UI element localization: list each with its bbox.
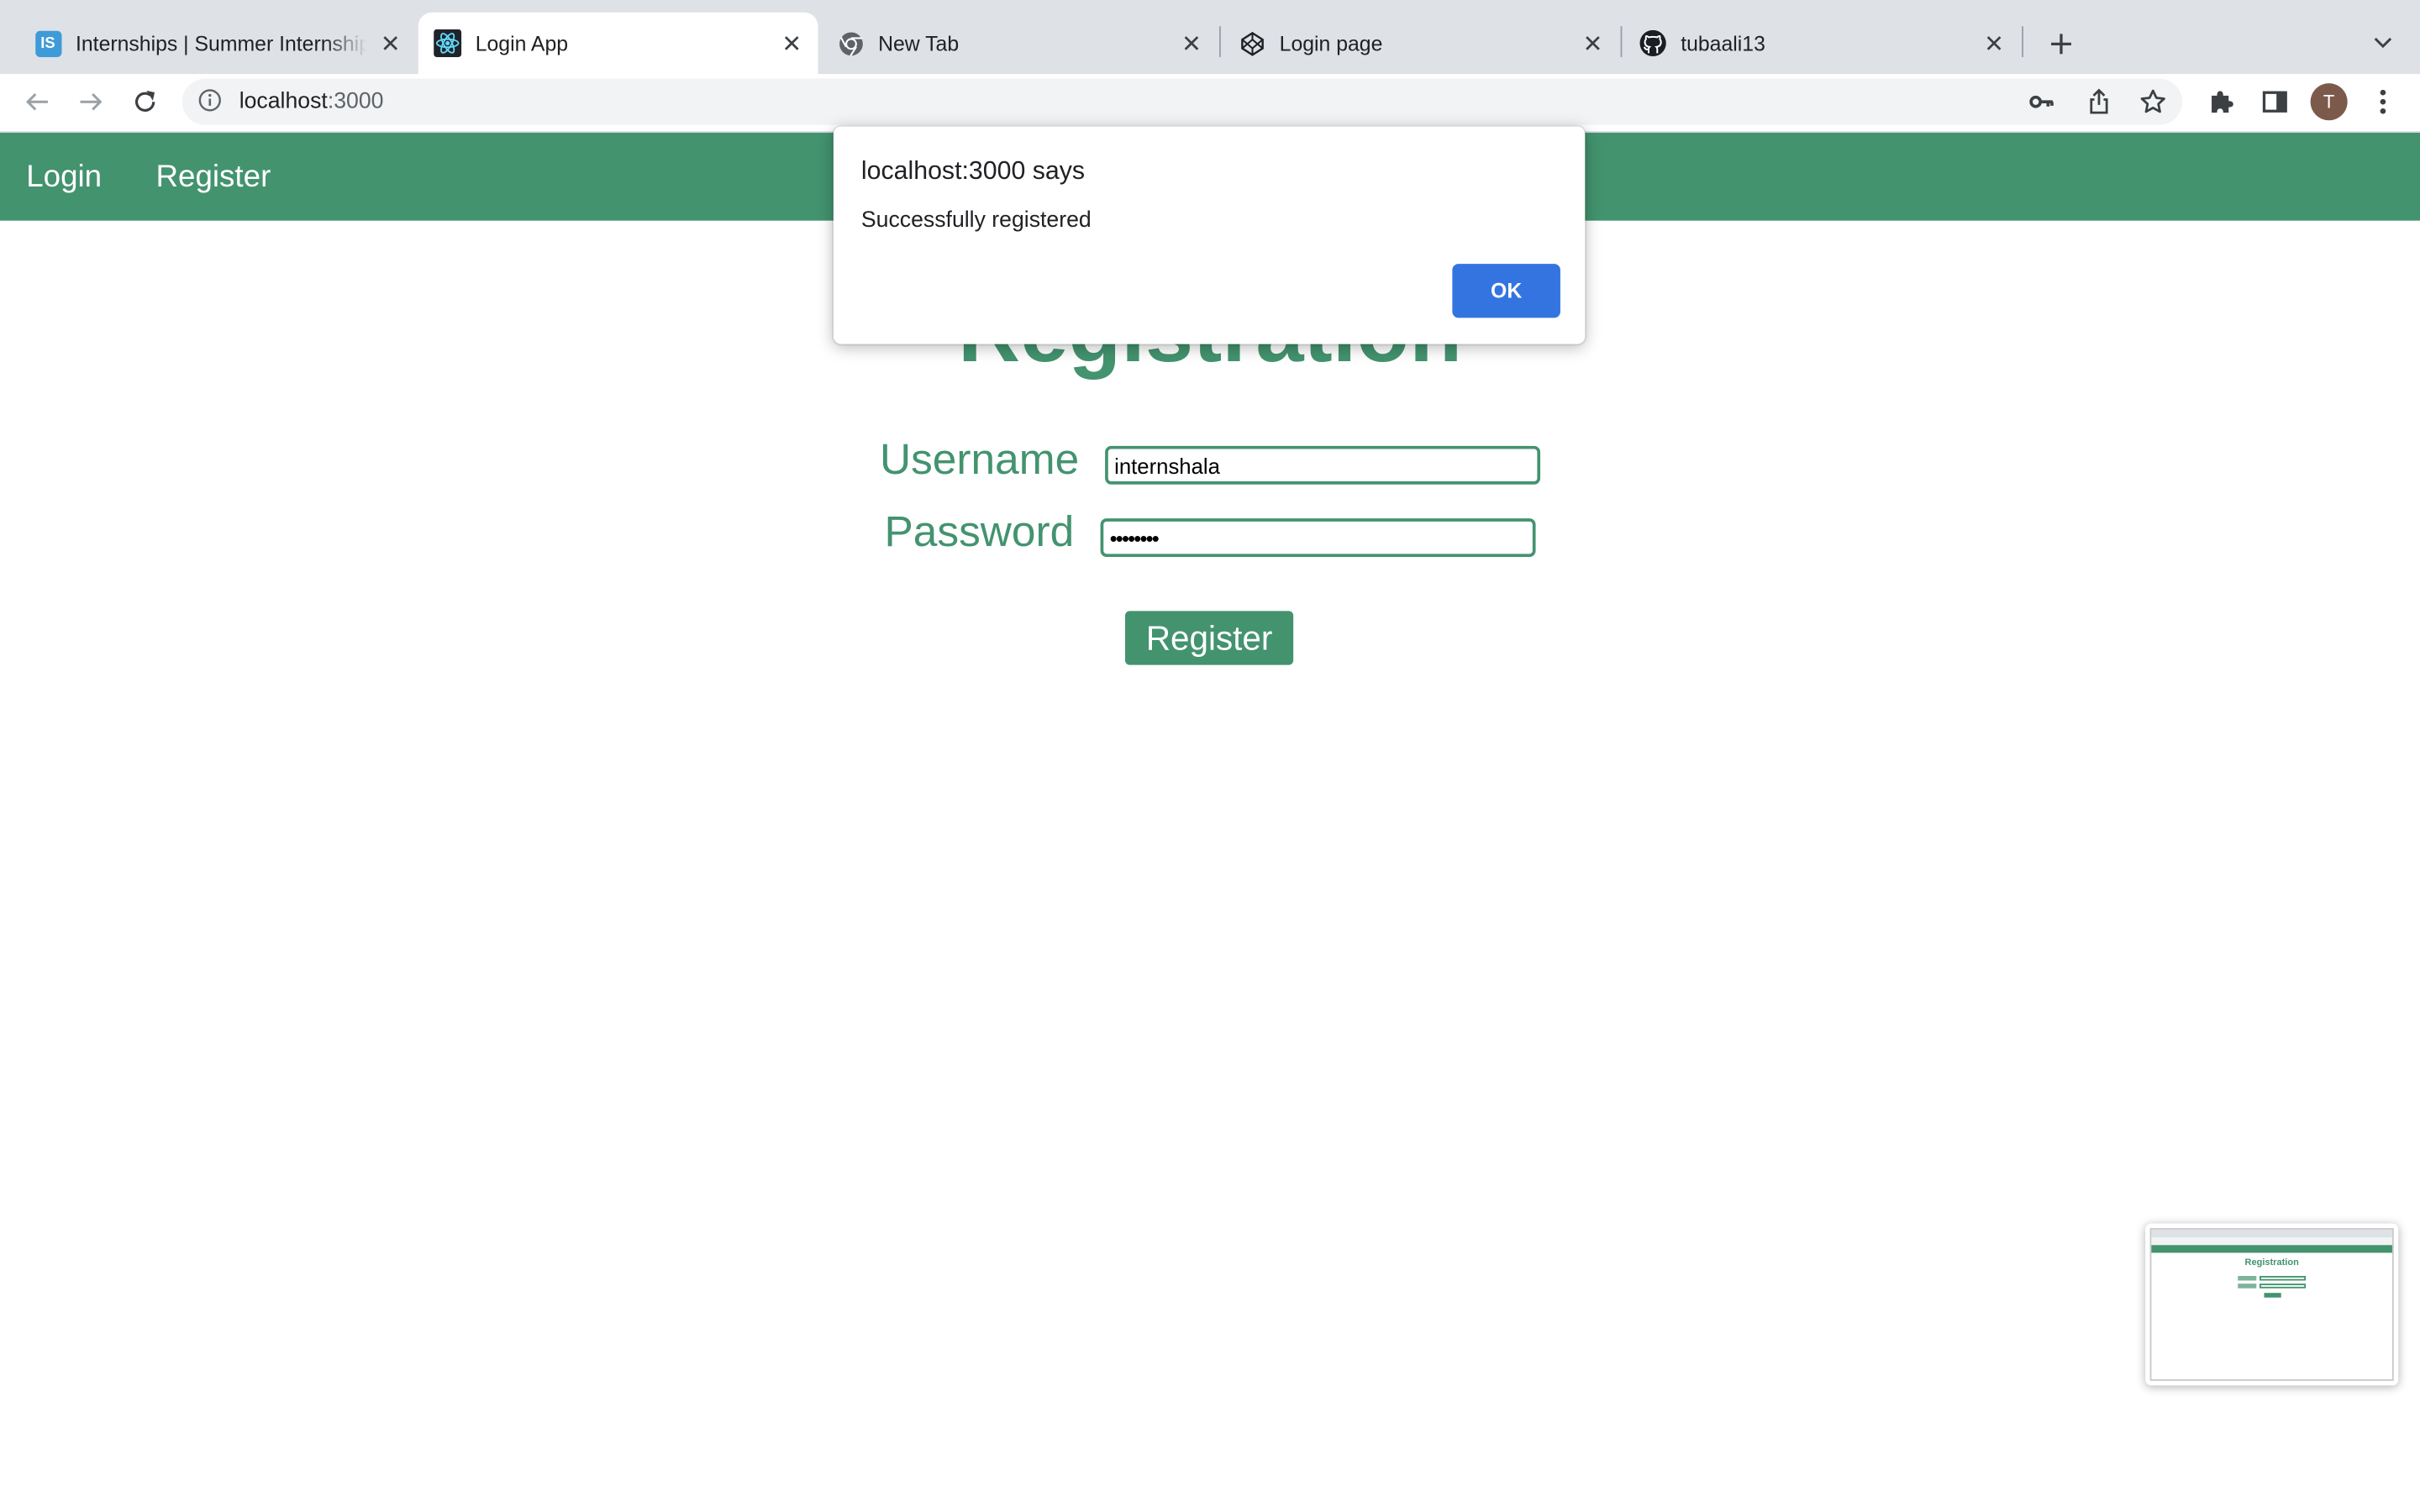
tab-separator bbox=[2022, 26, 2023, 57]
tab-separator bbox=[1219, 26, 1221, 57]
url-port: :3000 bbox=[327, 89, 384, 114]
close-icon[interactable] bbox=[376, 29, 404, 57]
close-icon[interactable] bbox=[1579, 29, 1607, 57]
password-label: Password bbox=[884, 507, 1075, 556]
username-field[interactable] bbox=[1105, 445, 1541, 485]
new-tab-plus-icon[interactable] bbox=[2040, 24, 2081, 64]
alert-dialog: localhost:3000 says Successfully registe… bbox=[833, 126, 1586, 344]
screenshot-thumbnail[interactable]: Registration bbox=[2145, 1223, 2399, 1386]
close-icon[interactable] bbox=[1177, 29, 1205, 57]
nav-login-link[interactable]: Login bbox=[26, 160, 102, 196]
tab-search-chevron-down-icon[interactable] bbox=[2365, 24, 2402, 64]
thumbnail-username-label bbox=[2238, 1275, 2257, 1281]
register-button[interactable]: Register bbox=[1124, 611, 1294, 665]
codepen-icon bbox=[1238, 29, 1265, 57]
back-arrow-icon[interactable] bbox=[15, 81, 58, 123]
tab-separator bbox=[1620, 26, 1623, 57]
url-text: localhost:3000 bbox=[239, 90, 384, 114]
tab-login-page[interactable]: Login page bbox=[1223, 13, 1619, 74]
reload-icon[interactable] bbox=[124, 81, 166, 123]
browser-window: IS Internships | Summer Internships Logi… bbox=[0, 0, 2420, 1512]
thumbnail-password-label bbox=[2238, 1284, 2257, 1289]
chrome-icon bbox=[837, 29, 865, 57]
tab-title: tubaali13 bbox=[1681, 31, 1765, 55]
nav-register-link[interactable]: Register bbox=[156, 160, 271, 196]
forward-arrow-icon[interactable] bbox=[70, 81, 113, 123]
tab-strip: IS Internships | Summer Internships Logi… bbox=[0, 0, 2420, 75]
tab-title: New Tab bbox=[878, 31, 960, 55]
github-icon bbox=[1639, 29, 1667, 57]
site-info-icon[interactable] bbox=[197, 88, 225, 116]
close-icon[interactable] bbox=[1981, 29, 2008, 57]
menu-kebab-icon[interactable] bbox=[2361, 81, 2404, 123]
extensions-puzzle-icon[interactable] bbox=[2199, 81, 2242, 123]
thumbnail-title: Registration bbox=[2244, 1258, 2299, 1268]
thumbnail-username-field bbox=[2259, 1275, 2307, 1281]
bookmark-star-icon[interactable] bbox=[2139, 88, 2167, 123]
password-key-icon[interactable] bbox=[2028, 88, 2055, 123]
tab-title: Internships | Summer Internships bbox=[76, 31, 368, 55]
internshala-icon: IS bbox=[34, 29, 61, 57]
close-icon[interactable] bbox=[778, 29, 806, 57]
username-label: Username bbox=[879, 434, 1080, 483]
share-icon[interactable] bbox=[2086, 88, 2111, 123]
thumbnail-password-field bbox=[2259, 1284, 2307, 1289]
react-icon bbox=[434, 29, 462, 57]
browser-toolbar: localhost:3000 T bbox=[0, 74, 2420, 133]
profile-avatar[interactable]: T bbox=[2310, 83, 2348, 121]
thumbnail-register-button bbox=[2264, 1293, 2281, 1298]
password-field[interactable] bbox=[1100, 518, 1536, 558]
dialog-origin: localhost:3000 says bbox=[860, 157, 1086, 186]
address-bar[interactable]: localhost:3000 bbox=[182, 78, 2183, 125]
dialog-message: Successfully registered bbox=[860, 207, 1092, 234]
thumbnail-tabstrip bbox=[2151, 1229, 2392, 1238]
thumbnail-navbar bbox=[2151, 1245, 2392, 1253]
tab-title: Login page bbox=[1279, 31, 1383, 55]
url-host: localhost bbox=[239, 89, 328, 114]
tab-login-app[interactable]: Login App bbox=[418, 12, 818, 75]
ok-button[interactable]: OK bbox=[1452, 264, 1560, 318]
thumbnail-image: Registration bbox=[2149, 1228, 2394, 1381]
side-panel-icon[interactable] bbox=[2254, 81, 2296, 123]
tab-internshala[interactable]: IS Internships | Summer Internships bbox=[18, 13, 417, 74]
tab-new-tab[interactable]: New Tab bbox=[821, 13, 1218, 74]
thumbnail-toolbar bbox=[2151, 1237, 2392, 1246]
tab-github[interactable]: tubaali13 bbox=[1623, 13, 2020, 74]
tab-title: Login App bbox=[475, 31, 569, 55]
